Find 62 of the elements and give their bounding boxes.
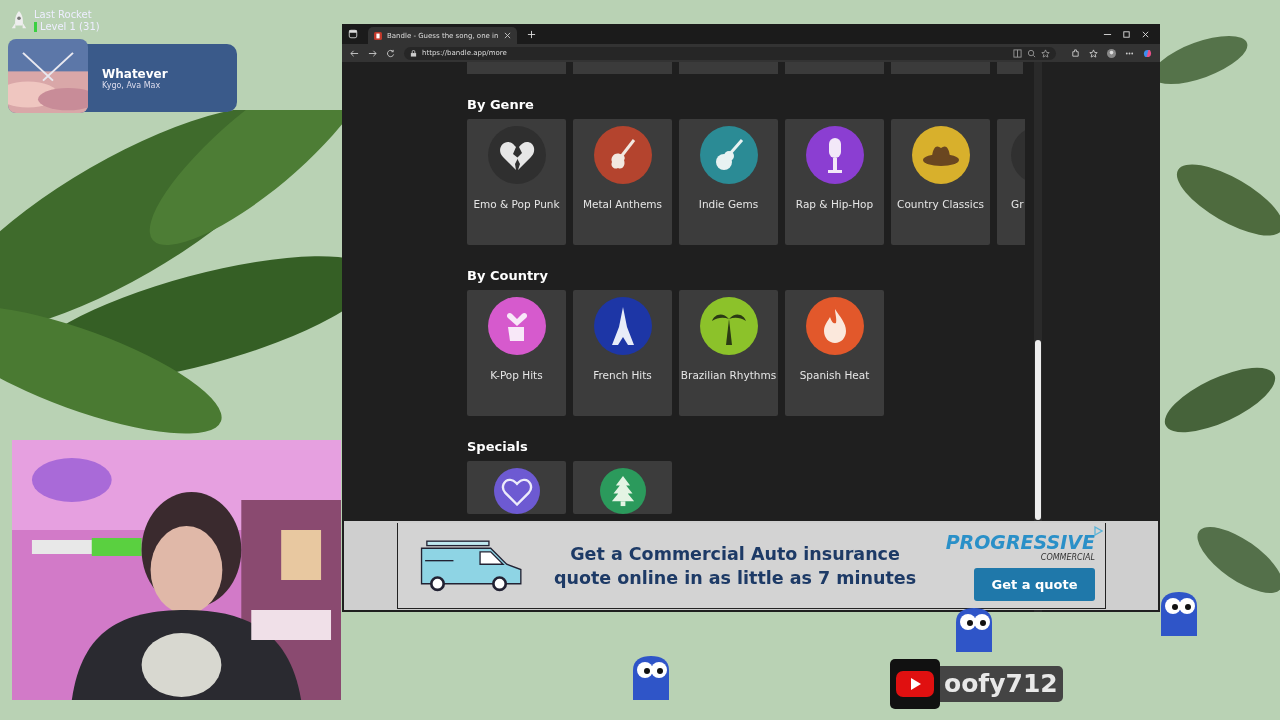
- category-tile[interactable]: [467, 461, 566, 514]
- category-tile[interactable]: Rap & Hip-Hop: [785, 119, 884, 245]
- category-tile[interactable]: [785, 62, 884, 74]
- back-icon[interactable]: [350, 48, 359, 58]
- category-tile[interactable]: Gr: [997, 119, 1025, 245]
- section-heading: By Genre: [467, 97, 535, 112]
- category-tile[interactable]: Metal Anthems: [573, 119, 672, 245]
- category-tile[interactable]: [573, 461, 672, 514]
- achievement-title: Last Rocket: [34, 9, 93, 21]
- palm-tree-icon: [711, 314, 746, 345]
- ad-banner[interactable]: Get a Commercial Auto insurance quote online in as little as 7 minutes PROGRESSIVE COMMERCIAL Get a quote: [344, 521, 1158, 610]
- close-icon[interactable]: [1141, 29, 1150, 39]
- category-tile[interactable]: Indie Gems: [679, 119, 778, 245]
- category-tile[interactable]: [573, 62, 672, 74]
- hat-icon: [922, 146, 959, 166]
- category-tile[interactable]: [679, 62, 778, 74]
- brand-subtitle: COMMERCIAL: [1040, 552, 1095, 562]
- achievement-level: Level 1 (31): [40, 21, 100, 33]
- zoom-icon[interactable]: [1027, 48, 1036, 58]
- brand-name: PROGRESSIVE: [945, 530, 1095, 553]
- section-heading: By Country: [467, 268, 549, 283]
- song-artist: Kygo, Ava Max: [102, 80, 162, 90]
- favorites-icon[interactable]: [1089, 48, 1098, 58]
- lock-icon: [410, 49, 417, 57]
- category-tile[interactable]: Emo & Pop Punk: [467, 119, 566, 245]
- category-tile[interactable]: K-Pop Hits: [467, 290, 566, 416]
- section-heading: Specials: [467, 439, 529, 454]
- get-quote-button[interactable]: Get a quote: [974, 567, 1095, 601]
- category-tile[interactable]: [891, 62, 990, 74]
- heart-icon: [501, 478, 532, 506]
- broken-heart-icon: [499, 142, 534, 170]
- youtube-icon: [890, 659, 940, 709]
- microphone-icon: [827, 138, 842, 173]
- reload-icon[interactable]: [386, 48, 395, 58]
- level-bar: [34, 22, 37, 32]
- profile-icon[interactable]: [1107, 48, 1116, 58]
- tree-icon: [611, 475, 634, 507]
- maximize-icon[interactable]: [1122, 29, 1131, 39]
- tab-actions-icon[interactable]: [348, 29, 358, 39]
- category-tile[interactable]: French Hits: [573, 290, 672, 416]
- new-tab-icon[interactable]: [526, 29, 536, 39]
- ad-headline: Get a Commercial Auto insurance quote online in as little as 7 minutes: [552, 542, 918, 590]
- assistant-icon[interactable]: [1143, 48, 1152, 58]
- category-tile[interactable]: Spanish Heat: [785, 290, 884, 416]
- flame-icon: [823, 309, 846, 343]
- category-tile[interactable]: [467, 62, 566, 74]
- site-icon: [374, 31, 382, 40]
- forward-icon[interactable]: [368, 48, 377, 58]
- song-title: Whatever: [102, 66, 168, 81]
- category-tile[interactable]: Brazilian Rhythms: [679, 290, 778, 416]
- extensions-icon[interactable]: [1071, 48, 1080, 58]
- scrollbar-thumb[interactable]: [1035, 340, 1041, 520]
- channel-name: oofy712: [940, 666, 1063, 702]
- close-icon[interactable]: [503, 32, 511, 39]
- guitar-icon: [610, 139, 635, 169]
- category-tile[interactable]: Country Classics: [891, 119, 990, 245]
- acoustic-guitar-icon: [715, 139, 743, 170]
- tower-icon: [611, 307, 634, 345]
- category-tile[interactable]: [997, 62, 1023, 74]
- star-icon[interactable]: [1041, 48, 1050, 58]
- split-view-icon[interactable]: [1013, 48, 1022, 58]
- hand-heart-icon: [506, 312, 527, 341]
